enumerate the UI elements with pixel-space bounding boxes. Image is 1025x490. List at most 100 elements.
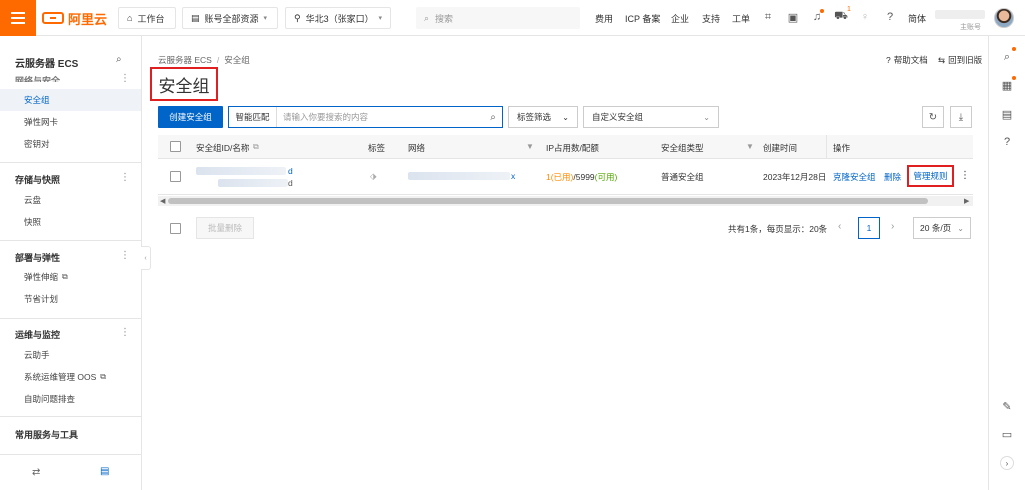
more-actions-icon[interactable]: ⋮ (960, 170, 970, 181)
sidebar-search-icon[interactable]: ⌕ (116, 54, 122, 65)
security-group-id[interactable]: d (288, 166, 293, 176)
sidebar-item-keypair[interactable]: 密钥对 (0, 133, 141, 155)
calendar-icon[interactable]: ▦ (1000, 78, 1014, 92)
sidebar-item-snapshot[interactable]: 快照 (0, 211, 141, 233)
created-time: 2023年12月28日 (763, 172, 825, 182)
help-icon[interactable]: ? (1000, 135, 1014, 149)
horizontal-scrollbar[interactable]: ◀ ▶ (158, 196, 973, 206)
page-title-highlight: 安全组 (150, 67, 218, 101)
sidebar-item-savings-plan[interactable]: 节省计划 (0, 288, 141, 310)
old-version-link[interactable]: ⇆ 回到旧版 (938, 54, 982, 66)
sidebar-item-eni[interactable]: 弹性网卡 (0, 111, 141, 133)
region-label: 华北3（张家口） (305, 13, 374, 24)
more-icon[interactable]: ⋮ (120, 73, 130, 84)
tag-filter-dropdown[interactable]: 标签筛选 ⌄ (508, 106, 578, 128)
chevron-down-icon: ⌄ (957, 223, 964, 233)
more-icon[interactable]: ⋮ (120, 250, 130, 261)
ip-available-label: (可用) (594, 172, 618, 182)
header-actions: 操作 (833, 143, 851, 153)
code-icon[interactable]: ⌗ (761, 10, 775, 24)
sidebar-item-oos[interactable]: 系统运维管理 OOS ⧉ (0, 366, 141, 388)
feedback-icon[interactable]: ▤ (100, 466, 109, 477)
network-id[interactable]: x (511, 171, 515, 181)
search-mode-select[interactable]: 智能匹配 (229, 107, 277, 127)
copy-icon[interactable]: ⧉ (253, 142, 259, 152)
user-avatar[interactable] (994, 8, 1014, 28)
more-icon[interactable]: ⋮ (120, 327, 130, 338)
sidebar-group-ops[interactable]: 运维与监控 (15, 328, 60, 341)
tag-icon[interactable]: ⬗ (370, 171, 377, 182)
sidebar-item-cloud-assistant[interactable]: 云助手 (0, 344, 141, 366)
scrollbar-thumb[interactable] (168, 198, 928, 204)
chevron-right-icon[interactable]: › (1000, 456, 1014, 470)
clone-security-group-link[interactable]: 克隆安全组 (833, 171, 876, 183)
account-resources-dropdown[interactable]: ▤ 账号全部资源 ▾ (182, 7, 278, 29)
download-icon[interactable]: ⤓ (950, 106, 972, 128)
help-circle-icon[interactable]: ? (883, 10, 897, 24)
tag-filter-label: 标签筛选 (517, 112, 552, 122)
current-page-button[interactable]: 1 (858, 217, 880, 239)
search-icon: ⌕ (424, 12, 430, 23)
aliyun-logo[interactable]: 阿里云 (42, 10, 107, 27)
sidebar-item-label: 云盘 (24, 195, 42, 205)
edit-icon[interactable]: ✎ (1000, 399, 1014, 413)
batch-delete-button[interactable]: 批量删除 (196, 217, 254, 239)
swap-icon[interactable]: ⇄ (32, 467, 40, 478)
sidebar-group-storage[interactable]: 存储与快照 (15, 173, 60, 186)
sidebar-item-security-group[interactable]: 安全组 (0, 89, 141, 111)
sidebar-footer: ⇄ ▤ (0, 454, 141, 490)
lightbulb-icon[interactable]: ♀ (858, 10, 872, 24)
link-icp[interactable]: ICP 备案 (625, 12, 660, 25)
footer-select-all-checkbox[interactable] (170, 223, 181, 234)
top-navigation-bar: 阿里云 ⌂ 工作台 ▤ 账号全部资源 ▾ ⚲ 华北3（张家口） ▾ ⌕ 搜索 费… (0, 0, 1025, 36)
global-search-input[interactable]: ⌕ 搜索 (416, 7, 580, 29)
sidebar-item-label: 系统运维管理 OOS (24, 372, 97, 382)
sidebar-group-deployment[interactable]: 部署与弹性 (15, 251, 60, 264)
create-security-group-button[interactable]: 创建安全组 (158, 106, 223, 128)
refresh-icon[interactable]: ↻ (922, 106, 944, 128)
help-docs-link[interactable]: ? 帮助文档 (886, 54, 928, 66)
help-circle-icon: ? (886, 55, 891, 65)
previous-page-icon[interactable]: ‹ (838, 221, 841, 232)
filter-icon[interactable]: ▼ (746, 142, 754, 151)
hamburger-menu-button[interactable] (0, 0, 36, 36)
workbench-button[interactable]: ⌂ 工作台 (118, 7, 176, 29)
filter-icon[interactable]: ▼ (526, 142, 534, 151)
link-ticket[interactable]: 工单 (732, 12, 750, 25)
security-group-id-redacted[interactable] (196, 167, 286, 175)
sidebar-group-network-security[interactable]: 网络与安全 (15, 74, 60, 82)
search-icon[interactable]: ⌕ (1000, 50, 1014, 64)
region-selector[interactable]: ⚲ 华北3（张家口） ▾ (285, 7, 391, 29)
select-all-checkbox[interactable] (170, 141, 181, 152)
link-support[interactable]: 支持 (702, 12, 720, 25)
breadcrumb-ecs[interactable]: 云服务器 ECS (158, 55, 212, 65)
chat-icon[interactable]: ▭ (1000, 427, 1014, 441)
link-enterprise[interactable]: 企业 (671, 12, 689, 25)
document-icon[interactable]: ▤ (1000, 107, 1014, 121)
next-page-icon[interactable]: › (891, 221, 894, 232)
sidebar-item-label: 云助手 (24, 350, 50, 360)
scroll-right-icon[interactable]: ▶ (964, 197, 969, 205)
sidebar-item-autoscaling[interactable]: 弹性伸缩 ⧉ (0, 266, 141, 288)
sidebar-collapse-handle[interactable]: ‹ (141, 246, 151, 270)
sidebar-item-troubleshoot[interactable]: 自助问题排查 (0, 388, 141, 410)
search-input[interactable] (277, 107, 484, 127)
more-icon[interactable]: ⋮ (120, 172, 130, 183)
network-id-redacted[interactable] (408, 172, 510, 180)
cart-icon[interactable]: ⛟ (834, 10, 848, 24)
external-link-icon: ⧉ (62, 272, 68, 281)
chevron-down-icon: ⌄ (562, 112, 569, 122)
manage-rules-link[interactable]: 管理规则 (907, 165, 954, 187)
page-title: 安全组 (158, 76, 210, 96)
search-icon[interactable]: ⌕ (484, 112, 502, 123)
link-billing[interactable]: 费用 (595, 12, 613, 25)
sidebar-group-common-tools[interactable]: 常用服务与工具 (15, 428, 78, 441)
custom-group-select[interactable]: 自定义安全组 ⌄ (583, 106, 719, 128)
page-size-select[interactable]: 20 条/页 ⌄ (913, 217, 971, 239)
language-switch[interactable]: 简体 (908, 12, 926, 25)
row-checkbox[interactable] (170, 171, 181, 182)
scroll-left-icon[interactable]: ◀ (160, 197, 165, 205)
terminal-icon[interactable]: ▣ (786, 10, 800, 24)
sidebar-item-disk[interactable]: 云盘 (0, 189, 141, 211)
delete-link[interactable]: 删除 (884, 171, 901, 183)
